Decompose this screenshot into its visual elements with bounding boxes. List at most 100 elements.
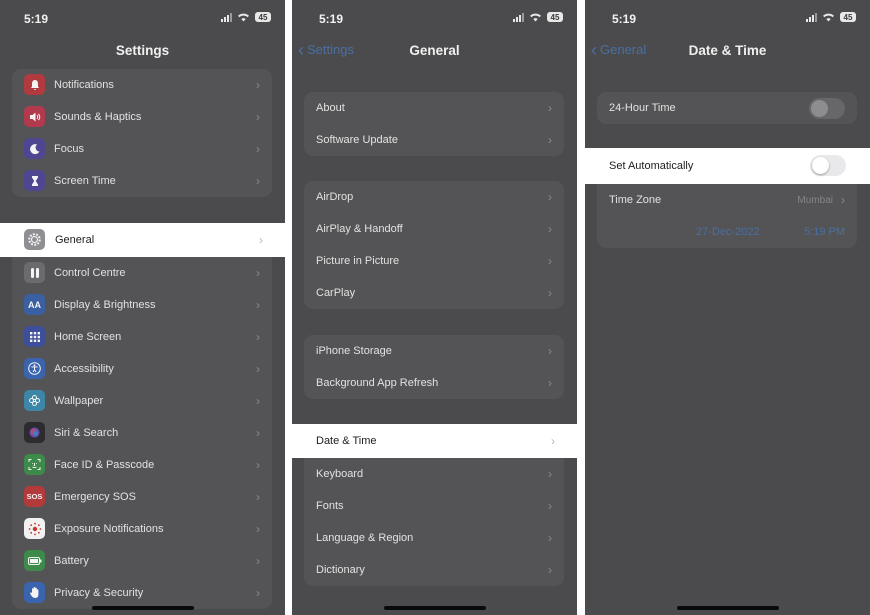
general-item-label: AirPlay & Handoff bbox=[316, 223, 403, 235]
toggle-knob bbox=[811, 100, 828, 117]
general-item-dictionary[interactable]: Dictionary › bbox=[304, 554, 564, 586]
general-item-storage[interactable]: iPhone Storage › bbox=[304, 335, 564, 367]
settings-item-label: Focus bbox=[54, 143, 84, 155]
status-icons: 45 bbox=[806, 12, 856, 22]
general-item-label: CarPlay bbox=[316, 287, 356, 299]
general-group-2: AirDrop › AirPlay & Handoff › Picture in P… bbox=[304, 181, 564, 309]
settings-item-label: Sounds & Haptics bbox=[54, 111, 142, 123]
general-item-label: AirDrop bbox=[316, 191, 354, 203]
settings-group-1: Notifications › Sounds & Haptics › Focus… bbox=[12, 69, 272, 197]
chevron-right-icon: › bbox=[548, 344, 552, 358]
date-time-screen: 5:19 45 ‹ General Date & Time 24-Hour Ti… bbox=[585, 0, 870, 615]
speaker-icon bbox=[24, 106, 45, 127]
chevron-right-icon: › bbox=[256, 266, 260, 280]
battery-level-icon: 45 bbox=[255, 12, 271, 22]
flower-icon bbox=[24, 390, 45, 411]
general-item-fonts[interactable]: Fonts › bbox=[304, 490, 564, 522]
chevron-right-icon: › bbox=[551, 434, 555, 448]
home-indicator bbox=[91, 606, 194, 610]
general-item-date-time[interactable]: Date & Time › bbox=[292, 424, 577, 458]
settings-item-focus[interactable]: Focus › bbox=[12, 133, 272, 165]
settings-item-label: Display & Brightness bbox=[54, 299, 156, 311]
settings-item-general[interactable]: General › bbox=[0, 223, 285, 257]
settings-item-sounds[interactable]: Sounds & Haptics › bbox=[12, 101, 272, 133]
chevron-right-icon: › bbox=[256, 174, 260, 188]
general-item-about[interactable]: About › bbox=[304, 92, 564, 124]
chevron-right-icon: › bbox=[256, 522, 260, 536]
status-icons: 45 bbox=[221, 12, 271, 22]
general-item-language[interactable]: Language & Region › bbox=[304, 522, 564, 554]
set-automatically-label: Set Automatically bbox=[609, 160, 694, 172]
general-item-label: Dictionary bbox=[316, 564, 365, 576]
chevron-right-icon: › bbox=[256, 490, 260, 504]
settings-item-exposure[interactable]: Exposure Notifications › bbox=[12, 513, 272, 545]
status-icons: 45 bbox=[513, 12, 563, 22]
settings-item-notifications[interactable]: Notifications › bbox=[12, 69, 272, 101]
settings-group-2: Control Centre › AA Display & Brightness… bbox=[12, 257, 272, 609]
general-item-software-update[interactable]: Software Update › bbox=[304, 124, 564, 156]
set-automatically-row: Set Automatically bbox=[585, 148, 870, 184]
page-title: General bbox=[409, 43, 460, 58]
cellular-signal-icon bbox=[221, 12, 232, 22]
settings-item-control-centre[interactable]: Control Centre › bbox=[12, 257, 272, 289]
text-size-icon: AA bbox=[24, 294, 45, 315]
settings-item-privacy[interactable]: Privacy & Security › bbox=[12, 577, 272, 609]
hour24-toggle[interactable] bbox=[809, 98, 845, 119]
moon-icon bbox=[24, 138, 45, 159]
settings-item-screen-time[interactable]: Screen Time › bbox=[12, 165, 272, 197]
settings-item-wallpaper[interactable]: Wallpaper › bbox=[12, 385, 272, 417]
set-automatically-toggle[interactable] bbox=[810, 155, 846, 176]
general-item-airdrop[interactable]: AirDrop › bbox=[304, 181, 564, 213]
settings-item-home-screen[interactable]: Home Screen › bbox=[12, 321, 272, 353]
chevron-right-icon: › bbox=[548, 133, 552, 147]
status-time: 5:19 bbox=[612, 12, 637, 26]
settings-item-label: Face ID & Passcode bbox=[54, 459, 155, 471]
chevron-right-icon: › bbox=[256, 330, 260, 344]
settings-item-label: Emergency SOS bbox=[54, 491, 136, 503]
settings-item-battery[interactable]: Battery › bbox=[12, 545, 272, 577]
chevron-right-icon: › bbox=[256, 78, 260, 92]
general-item-label: Date & Time bbox=[316, 435, 377, 447]
general-item-carplay[interactable]: CarPlay › bbox=[304, 277, 564, 309]
battery-icon bbox=[24, 550, 45, 571]
cellular-signal-icon bbox=[513, 12, 524, 22]
settings-screen: 5:19 45 Settings Notifications › Sounds … bbox=[0, 0, 285, 615]
general-item-label: Software Update bbox=[316, 134, 398, 146]
battery-level-icon: 45 bbox=[840, 12, 856, 22]
general-item-label: Background App Refresh bbox=[316, 377, 439, 389]
general-item-keyboard[interactable]: Keyboard › bbox=[304, 458, 564, 490]
chevron-right-icon: › bbox=[548, 467, 552, 481]
page-title: Date & Time bbox=[688, 43, 767, 58]
general-item-bg-refresh[interactable]: Background App Refresh › bbox=[304, 367, 564, 399]
siri-icon bbox=[24, 422, 45, 443]
settings-item-emergency-sos[interactable]: SOS Emergency SOS › bbox=[12, 481, 272, 513]
date-picker[interactable]: 27-Dec-2022 bbox=[696, 226, 760, 238]
settings-item-siri[interactable]: Siri & Search › bbox=[12, 417, 272, 449]
time-zone-group: Time Zone Mumbai › 27-Dec-2022 5:19 PM bbox=[597, 184, 857, 248]
settings-item-accessibility[interactable]: Accessibility › bbox=[12, 353, 272, 385]
chevron-right-icon: › bbox=[841, 193, 845, 207]
cellular-signal-icon bbox=[806, 12, 817, 22]
settings-item-label: Home Screen bbox=[54, 331, 122, 343]
time-picker[interactable]: 5:19 PM bbox=[804, 226, 845, 238]
chevron-right-icon: › bbox=[256, 554, 260, 568]
general-screen: 5:19 45 ‹ Settings General About › Softwa… bbox=[292, 0, 577, 615]
general-item-label: Language & Region bbox=[316, 532, 414, 544]
general-item-label: Fonts bbox=[316, 500, 344, 512]
chevron-right-icon: › bbox=[256, 362, 260, 376]
settings-item-label: Wallpaper bbox=[54, 395, 104, 407]
general-item-pip[interactable]: Picture in Picture › bbox=[304, 245, 564, 277]
settings-item-face-id[interactable]: Face ID & Passcode › bbox=[12, 449, 272, 481]
general-group-4: Keyboard › Fonts › Language & Region › Dict… bbox=[304, 458, 564, 586]
accessibility-icon bbox=[24, 358, 45, 379]
settings-item-display[interactable]: AA Display & Brightness › bbox=[12, 289, 272, 321]
general-item-airplay[interactable]: AirPlay & Handoff › bbox=[304, 213, 564, 245]
general-item-label: About bbox=[316, 102, 345, 114]
battery-level-icon: 45 bbox=[547, 12, 563, 22]
home-indicator bbox=[383, 606, 486, 610]
time-zone-row[interactable]: Time Zone Mumbai › bbox=[597, 184, 857, 216]
status-time: 5:19 bbox=[24, 12, 49, 26]
chevron-right-icon: › bbox=[548, 531, 552, 545]
toggles-icon bbox=[24, 262, 45, 283]
settings-item-label: Battery bbox=[54, 555, 89, 567]
